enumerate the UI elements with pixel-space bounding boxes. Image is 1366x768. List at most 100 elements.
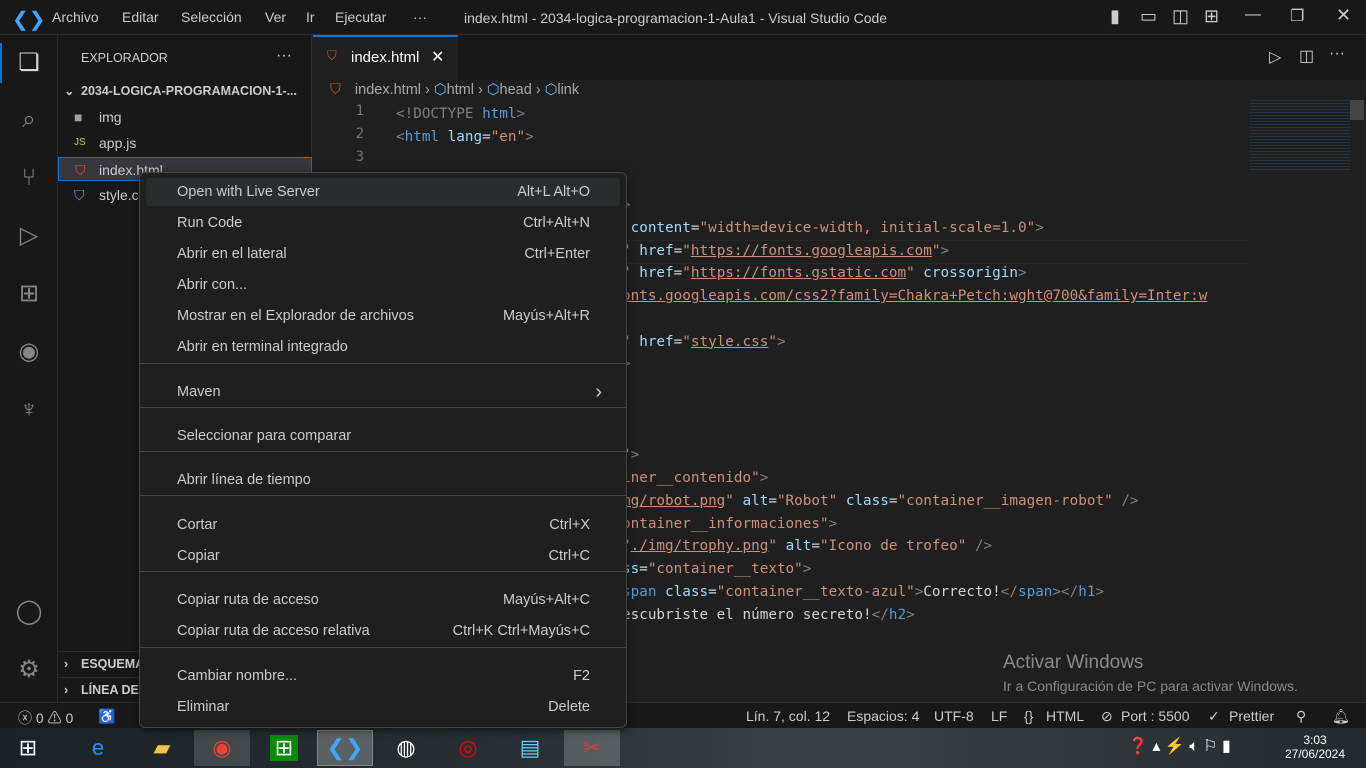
minimize-icon[interactable]: —	[1245, 6, 1261, 24]
code-token: =	[708, 583, 717, 600]
code-token: <	[396, 128, 405, 145]
menu-item-copiar-ruta-de-acceso[interactable]: Copiar ruta de acceso Mayús+Alt+C	[146, 586, 620, 614]
code-token: >	[940, 242, 950, 259]
file-img[interactable]: ■ img	[58, 105, 312, 129]
menu-item-abrir-línea-de-tiempo[interactable]: Abrir línea de tiempo	[146, 466, 620, 494]
menu-item-abrir-con[interactable]: Abrir con...	[146, 271, 620, 299]
code-token: Correcto!	[923, 583, 1001, 600]
file-app-js[interactable]: JS app.js	[58, 131, 312, 155]
notifications-bell-icon[interactable]: 🔔︎	[1332, 708, 1350, 725]
eol[interactable]: LF	[991, 708, 1007, 724]
line-number: 2	[355, 126, 364, 142]
menu-archivo[interactable]: Archivo	[52, 9, 99, 25]
store-icon[interactable]: ⊞	[256, 730, 312, 766]
close-window-icon[interactable]: ✕	[1336, 5, 1351, 26]
source-control-icon[interactable]: ⑂	[14, 163, 44, 193]
close-tab-icon[interactable]: ✕	[431, 47, 444, 67]
menu-item-open-with-live-server[interactable]: Open with Live Server Alt+L Alt+O	[146, 178, 620, 206]
line-number: 3	[355, 149, 364, 165]
code-line: " href="https://fonts.gstatic.com" cross…	[622, 262, 1027, 284]
run-debug-icon[interactable]: ▷	[14, 221, 44, 251]
windows-start-icon[interactable]: ⊞	[0, 730, 56, 766]
code-token: https://fonts.googleapis.com	[690, 242, 932, 259]
search-icon[interactable]: ⌕	[14, 105, 44, 135]
menu-more[interactable]: ···	[413, 9, 427, 25]
menu-item-abrir-en-terminal-integrado[interactable]: Abrir en terminal integrado	[146, 333, 620, 361]
menu-editar[interactable]: Editar	[122, 9, 159, 25]
file-explorer-icon[interactable]: ▰	[134, 730, 190, 766]
menu-item-cambiar-nombre[interactable]: Cambiar nombre... F2	[146, 662, 620, 690]
menu-item-maven[interactable]: Maven ›	[146, 378, 620, 406]
activation-watermark: Activar Windows Ir a Configuración de PC…	[1003, 652, 1298, 694]
prettier-status[interactable]: Prettier	[1229, 708, 1274, 724]
folder-icon: ■	[74, 109, 83, 125]
app-red-icon[interactable]: ◎	[440, 730, 496, 766]
indentation[interactable]: Espacios: 4	[847, 708, 919, 724]
toggle-panel-icon[interactable]: ▭	[1140, 6, 1157, 27]
tab-index-html[interactable]: ⛉ index.html ✕	[313, 35, 458, 80]
extensions-icon[interactable]: ⊞	[14, 279, 44, 309]
menu-item-cortar[interactable]: Cortar Ctrl+X	[146, 511, 620, 539]
account-icon[interactable]: ◯	[14, 597, 44, 627]
menu-ir[interactable]: Ir	[306, 9, 315, 25]
tab-bar: ▷ ◫ ···	[313, 35, 1366, 80]
run-icon[interactable]: ▷	[1269, 47, 1281, 67]
cursor-position[interactable]: Lín. 7, col. 12	[746, 708, 830, 724]
vscode-taskbar-icon[interactable]: ❮❯	[317, 730, 373, 766]
snipping-tool-icon[interactable]: ✂	[564, 730, 620, 766]
code-token: ></	[1052, 583, 1079, 600]
menu-item-copiar[interactable]: Copiar Ctrl+C	[146, 542, 620, 570]
settings-gear-icon[interactable]: ⚙	[14, 655, 44, 685]
breadcrumb-html[interactable]: html	[447, 82, 474, 98]
code-token: =	[673, 265, 683, 282]
chrome-icon[interactable]: ◉	[194, 730, 250, 766]
control-panel-icon[interactable]: ▤	[502, 730, 558, 766]
code-token: "	[682, 265, 691, 282]
restore-icon[interactable]: ❐	[1290, 6, 1304, 26]
code-line: mg/robot.png" alt="Robot" class="contain…	[622, 490, 1139, 512]
android-studio-icon[interactable]: ◍	[378, 730, 434, 766]
menu-seleccion[interactable]: Selección	[181, 9, 242, 25]
breadcrumb-link[interactable]: link	[557, 82, 579, 98]
explorer-icon[interactable]: ❏	[14, 48, 44, 78]
toggle-secondary-sidebar-icon[interactable]: ◫	[1172, 6, 1189, 27]
scrollbar[interactable]	[1350, 100, 1364, 120]
encoding[interactable]: UTF-8	[934, 708, 974, 724]
menu-item-seleccionar-para-comparar[interactable]: Seleccionar para comparar	[146, 422, 620, 450]
menu-item-run-code[interactable]: Run Code Ctrl+Alt+N	[146, 209, 620, 237]
ports-icon[interactable]: ♿	[98, 708, 115, 725]
code-token: >	[828, 515, 838, 532]
code-line: <!DOCTYPE html>	[396, 103, 525, 125]
python-icon[interactable]: ♆	[14, 395, 44, 425]
internet-explorer-icon[interactable]: e	[70, 730, 126, 766]
code-token: "	[931, 242, 941, 259]
code-token: alt	[785, 538, 812, 555]
explorer-header: EXPLORADOR	[81, 51, 168, 65]
accounts-icon[interactable]: ⚲	[1296, 708, 1306, 725]
menu-item-copiar-ruta-de-acceso-relativa[interactable]: Copiar ruta de acceso relativa Ctrl+K Ctr…	[146, 617, 620, 645]
split-editor-icon[interactable]: ◫	[1299, 46, 1314, 66]
git-graph-icon[interactable]: ◉	[14, 337, 44, 367]
html5-icon: ⛉	[330, 82, 341, 98]
tray-icons[interactable]: ❓ ▴ ⚡ 🔈︎ ⚐ ▮	[1128, 736, 1231, 756]
menu-ver[interactable]: Ver	[265, 9, 286, 25]
breadcrumb-head[interactable]: head	[500, 82, 532, 98]
menu-separator	[140, 407, 626, 408]
language-mode[interactable]: HTML	[1046, 708, 1084, 724]
minimap[interactable]	[1250, 100, 1350, 170]
menu-item-mostrar-en-el-explorador-de-archivos[interactable]: Mostrar en el Explorador de archivos Mayú…	[146, 302, 620, 330]
toggle-sidebar-icon[interactable]: ▮	[1110, 6, 1120, 27]
workspace-folder[interactable]: ⌄ 2034-LOGICA-PROGRAMACION-1-...	[58, 79, 312, 103]
code-token: "Robot"	[776, 492, 846, 509]
menu-item-eliminar[interactable]: Eliminar Delete	[146, 693, 620, 721]
problems-indicator[interactable]: ⓧ 0 ⚠ 0	[18, 708, 73, 728]
menu-ejecutar[interactable]: Ejecutar	[335, 9, 386, 25]
explorer-more-button[interactable]: ···	[276, 47, 292, 65]
code-token: />	[1121, 492, 1139, 509]
menu-item-abrir-en-el-lateral[interactable]: Abrir en el lateral Ctrl+Enter	[146, 240, 620, 268]
breadcrumb-file[interactable]: index.html	[355, 82, 421, 98]
clock[interactable]: 3:03 27/06/2024	[1280, 733, 1350, 761]
live-server-port[interactable]: Port : 5500	[1121, 708, 1190, 724]
customize-layout-icon[interactable]: ⊞	[1204, 6, 1219, 27]
editor-more-icon[interactable]: ···	[1329, 45, 1345, 63]
